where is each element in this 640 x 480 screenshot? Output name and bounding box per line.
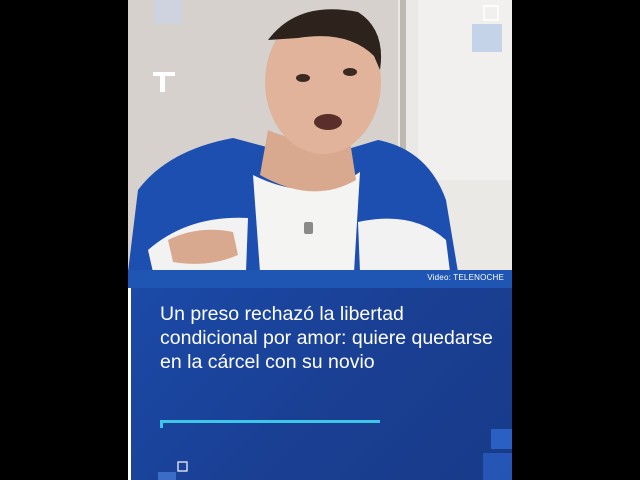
video-credit: Video: TELENOCHE: [427, 273, 504, 282]
interview-photo: [128, 0, 512, 272]
left-white-rule: [128, 288, 131, 480]
pixel-decoration: [158, 461, 188, 480]
video-credit-bar: Video: TELENOCHE: [128, 270, 512, 288]
pixel-decoration: [154, 0, 182, 24]
pixel-decoration: [483, 429, 512, 480]
headline: Un preso rechazó la libertad condicional…: [160, 303, 493, 373]
pixel-decoration: [472, 5, 502, 52]
video-frame[interactable]: Video: TELENOCHE Un preso rechazó la lib…: [128, 0, 512, 480]
accent-underline: [160, 420, 380, 423]
caption-panel: Un preso rechazó la libertad condicional…: [128, 288, 512, 480]
telefe-t-logo-icon: [153, 72, 175, 92]
